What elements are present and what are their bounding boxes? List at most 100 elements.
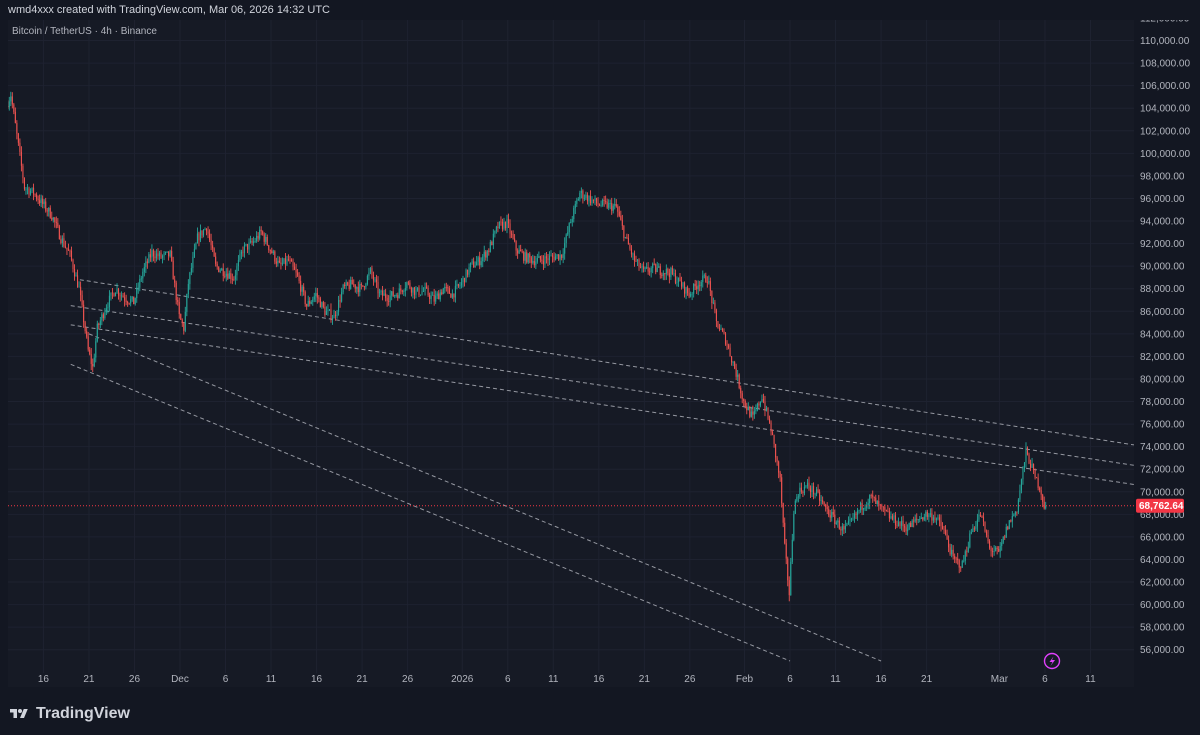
candle: [183, 321, 185, 335]
trendline[interactable]: [70, 324, 1134, 486]
candle: [814, 492, 816, 499]
candle: [665, 264, 667, 280]
candle: [817, 484, 819, 494]
candle: [609, 199, 611, 210]
price-axis[interactable]: 112,000.00 110,000.00 108,000.00 106,000.00…: [1134, 20, 1200, 687]
time-tick-label: 11: [548, 674, 559, 685]
candle: [362, 285, 364, 288]
trendline[interactable]: [70, 363, 791, 662]
candle: [878, 494, 880, 511]
candle: [561, 254, 563, 261]
candle: [239, 249, 241, 262]
candle: [439, 289, 441, 302]
candle: [161, 254, 164, 264]
price-tick-label: 74,000.00: [1140, 442, 1185, 453]
candle: [690, 291, 692, 298]
candle: [380, 289, 382, 296]
candle: [907, 524, 909, 536]
candle: [887, 505, 889, 513]
candle: [312, 296, 314, 306]
candle: [266, 234, 268, 246]
trendline-group[interactable]: [70, 279, 1134, 662]
candle: [954, 553, 956, 564]
candle: [934, 511, 936, 523]
candle: [526, 249, 528, 264]
candle: [49, 205, 51, 219]
candle: [34, 193, 36, 198]
candle: [146, 258, 148, 269]
candle: [958, 558, 960, 574]
candle: [905, 521, 907, 536]
candle: [894, 512, 897, 530]
candle: [316, 287, 318, 304]
candle: [254, 237, 256, 243]
candle: [574, 200, 576, 215]
candle: [579, 190, 581, 202]
candle: [611, 197, 613, 215]
candle: [507, 213, 510, 229]
candle: [303, 283, 305, 296]
candle: [791, 533, 793, 565]
candle: [803, 481, 805, 496]
candle: [768, 415, 771, 424]
candle: [321, 301, 323, 309]
alert-marker[interactable]: [1043, 652, 1061, 670]
candle: [850, 517, 853, 523]
price-chart[interactable]: 16 21 26 Dec 6 11 16 21 26 2026 6 11 16 21 26 Feb 6 11 16 2…: [8, 20, 1134, 687]
candle: [779, 470, 781, 482]
candle: [80, 281, 82, 302]
trendline[interactable]: [79, 279, 1134, 447]
candle: [45, 197, 47, 213]
time-tick-label: 6: [1042, 674, 1048, 685]
candle: [772, 429, 774, 436]
candle: [834, 509, 836, 529]
candle: [230, 268, 232, 284]
candle: [806, 478, 809, 489]
time-axis[interactable]: 16 21 26 Dec 6 11 16 21 26 2026 6 11 16 21 26 Feb 6 11 16 2…: [38, 674, 1096, 685]
candle: [442, 287, 444, 295]
candle: [341, 287, 343, 303]
price-tick-label: 100,000.00: [1140, 149, 1190, 160]
candle: [260, 226, 262, 236]
symbol-legend[interactable]: Bitcoin / TetherUS · 4h · Binance: [12, 26, 157, 37]
candle: [19, 138, 21, 156]
candle: [166, 251, 168, 254]
candle: [990, 545, 992, 557]
candle: [300, 275, 302, 296]
candle: [797, 493, 799, 503]
candle: [811, 483, 813, 498]
candle: [612, 203, 614, 214]
price-tick-label: 106,000.00: [1140, 81, 1190, 92]
candle: [215, 252, 217, 267]
candle: [199, 224, 202, 243]
candle: [553, 252, 555, 263]
candle: [620, 210, 622, 221]
time-tick-label: 26: [129, 674, 141, 685]
candle: [75, 272, 77, 277]
candle: [457, 283, 459, 288]
candle: [460, 278, 463, 289]
candle: [1022, 466, 1024, 485]
candle: [87, 331, 89, 352]
price-tick-label: 96,000.00: [1140, 194, 1185, 205]
trendline[interactable]: [70, 305, 1134, 467]
candle: [941, 522, 944, 530]
trendline[interactable]: [88, 333, 882, 662]
candle: [904, 523, 906, 533]
candle: [289, 255, 291, 264]
chart-pane[interactable]: 16 21 26 Dec 6 11 16 21 26 2026 6 11 16 21 26 Feb 6 11 16 2…: [8, 20, 1134, 687]
candle: [1040, 486, 1042, 501]
candle: [524, 248, 526, 265]
candle: [459, 281, 461, 289]
candle: [920, 512, 922, 520]
candle: [498, 221, 500, 229]
candle: [945, 525, 947, 536]
candle: [826, 502, 828, 515]
candle: [705, 272, 707, 283]
price-tick-label: 104,000.00: [1140, 104, 1190, 115]
candle: [718, 323, 720, 332]
candle: [671, 265, 673, 276]
candle: [583, 194, 585, 202]
candle: [295, 263, 297, 278]
candle: [202, 228, 205, 238]
